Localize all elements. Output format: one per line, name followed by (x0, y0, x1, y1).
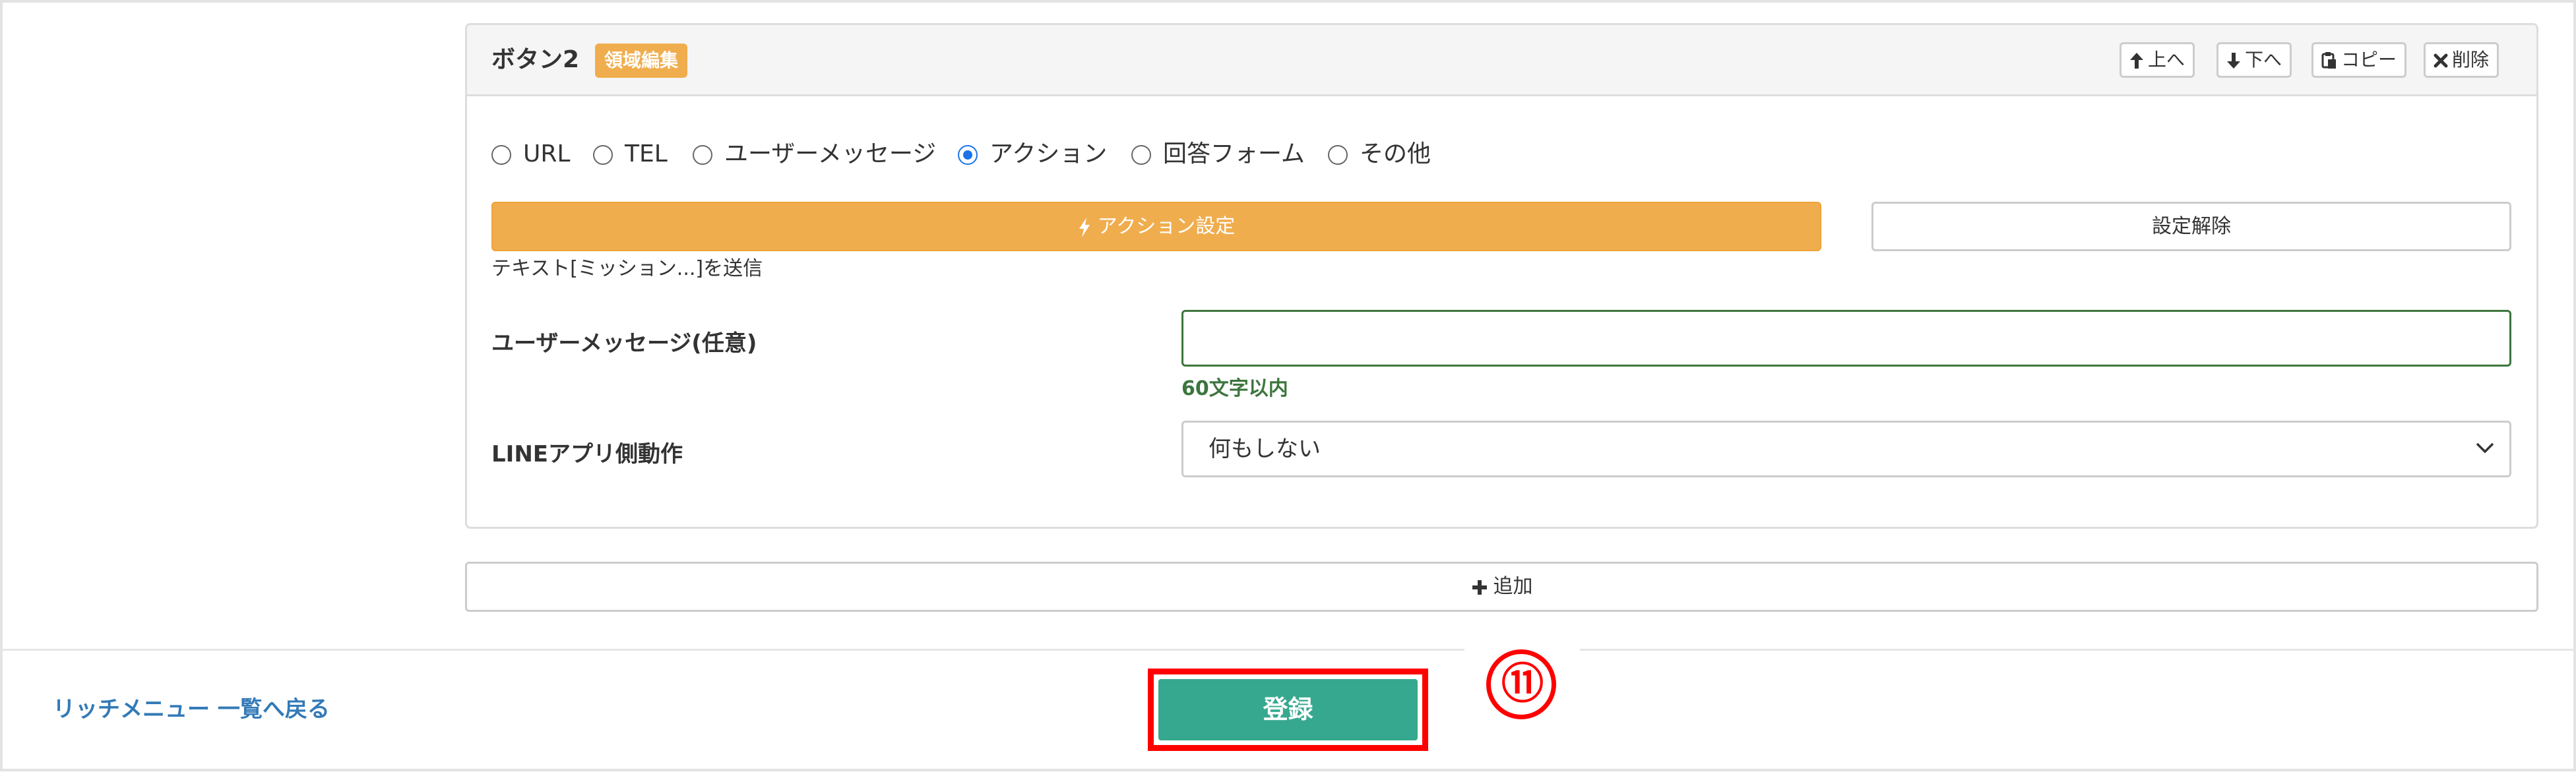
clipboard-icon (2321, 52, 2336, 69)
radio-label: その他 (1360, 140, 1431, 167)
copy-label: コピー (2341, 49, 2397, 71)
action-settings-label: アクション設定 (1097, 215, 1236, 238)
radio-button-checked[interactable] (958, 145, 978, 165)
user-message-label: ユーザーメッセージ(任意) (491, 330, 757, 357)
character-limit-hint: 60文字以内 (1181, 377, 1288, 400)
radio-label: TEL (625, 140, 668, 167)
action-settings-button[interactable]: アクション設定 (491, 202, 1821, 251)
move-up-button[interactable]: 上へ (2120, 42, 2195, 78)
radio-button[interactable] (1328, 145, 1348, 165)
register-highlight: 登録 (1148, 669, 1428, 751)
line-app-action-value: 何もしない (1209, 436, 1321, 462)
action-summary: テキスト[ミッション...]を送信 (491, 257, 763, 280)
panel-header: ボタン2 領域編集 上へ 下へ コピー 削除 (467, 25, 2536, 96)
radio-label: ユーザーメッセージ (724, 140, 937, 167)
bolt-icon (1079, 217, 1090, 237)
area-edit-badge[interactable]: 領域編集 (595, 44, 688, 78)
copy-button[interactable]: コピー (2311, 42, 2407, 78)
panel-title: ボタン2 (491, 46, 580, 73)
arrow-down-icon (2227, 53, 2240, 69)
radio-button[interactable] (593, 145, 613, 165)
radio-button[interactable] (693, 145, 712, 165)
line-app-action-label: LINEアプリ側動作 (491, 441, 683, 467)
radio-label: 回答フォーム (1163, 140, 1305, 167)
add-label: 追加 (1493, 575, 1533, 598)
chevron-down-icon (2476, 442, 2494, 454)
line-app-action-select[interactable]: 何もしない (1181, 421, 2511, 477)
radio-label: URL (523, 140, 571, 167)
radio-label: アクション (990, 140, 1108, 167)
radio-button[interactable] (1131, 145, 1151, 165)
button-area-panel: ボタン2 領域編集 上へ 下へ コピー 削除 URL TEL ユーザーメッセージ (465, 23, 2538, 529)
register-button[interactable]: 登録 (1158, 679, 1418, 740)
clear-settings-button[interactable]: 設定解除 (1871, 202, 2511, 251)
delete-button[interactable]: 削除 (2424, 42, 2499, 78)
footer-divider (3, 649, 2573, 651)
radio-button[interactable] (491, 145, 511, 165)
delete-label: 削除 (2452, 49, 2490, 71)
step-number-marker: ⑪ (1486, 649, 1556, 719)
plus-icon (1472, 580, 1487, 595)
add-button-area-button[interactable]: 追加 (465, 562, 2538, 612)
close-icon (2434, 53, 2448, 68)
user-message-input[interactable] (1181, 310, 2511, 367)
move-down-button[interactable]: 下へ (2216, 42, 2292, 78)
arrow-up-icon (2130, 53, 2143, 69)
back-to-richmenu-list-link[interactable]: リッチメニュー 一覧へ戻る (53, 694, 330, 725)
move-down-label: 下へ (2245, 49, 2282, 71)
move-up-label: 上へ (2148, 49, 2185, 71)
